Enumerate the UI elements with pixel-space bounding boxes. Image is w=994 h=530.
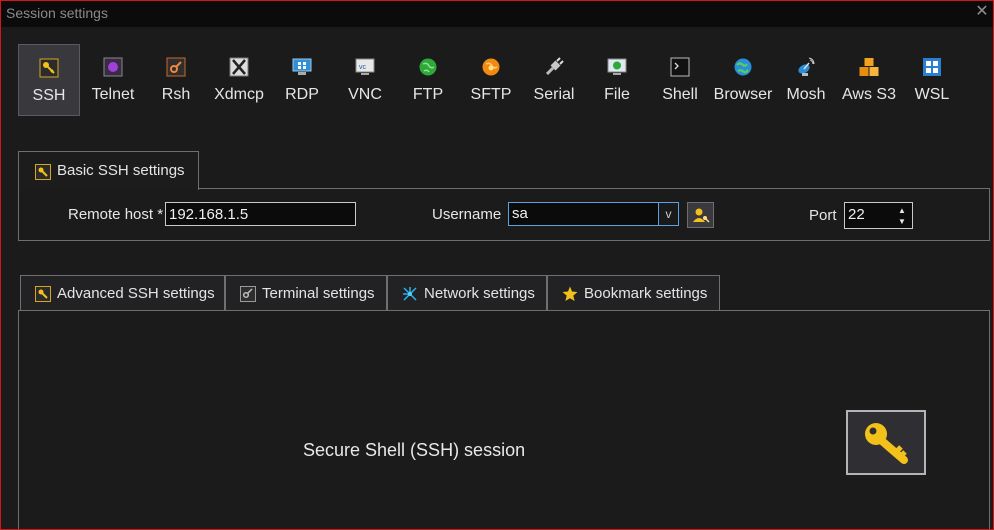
tab-bookmark-settings[interactable]: Bookmark settings <box>547 275 720 311</box>
tab-network-settings[interactable]: Network settings <box>387 275 547 311</box>
shell-icon <box>670 57 690 77</box>
vnc-icon: vc <box>355 58 375 75</box>
lower-settings-panel <box>18 310 990 529</box>
session-type-rdp[interactable]: RDP <box>271 44 333 116</box>
session-type-browser[interactable]: Browser <box>712 44 774 116</box>
tab-label: Terminal settings <box>262 285 375 302</box>
session-description: Secure Shell (SSH) session <box>303 440 526 460</box>
close-icon[interactable]: ✕ <box>974 3 990 21</box>
serial-plug-icon <box>545 57 564 76</box>
port-label: Port <box>809 207 837 224</box>
ftp-globe-icon <box>419 58 437 76</box>
key-icon <box>35 164 51 180</box>
session-type-xdmcp[interactable]: Xdmcp <box>208 44 270 116</box>
tab-label: Bookmark settings <box>584 285 708 302</box>
key-icon <box>35 286 51 302</box>
session-settings-window: Session settings ✕ SSH Telnet Rsh Xdmcp … <box>0 0 994 530</box>
terminal-icon <box>240 286 256 302</box>
remote-host-label: Remote host * <box>68 206 164 223</box>
rdp-monitor-icon <box>292 58 312 75</box>
user-manager-button[interactable] <box>687 202 714 228</box>
session-type-label: WSL <box>914 86 950 103</box>
tab-label: Network settings <box>424 285 535 302</box>
session-type-shell[interactable]: Shell <box>649 44 711 116</box>
windows-logo-icon <box>923 58 941 76</box>
remote-host-input[interactable] <box>165 202 356 226</box>
aws-cubes-icon <box>859 58 879 76</box>
tab-advanced-ssh-settings[interactable]: Advanced SSH settings <box>20 275 225 311</box>
session-type-ssh[interactable]: SSH <box>18 44 80 116</box>
key-icon <box>39 58 59 78</box>
username-label: Username <box>432 206 502 223</box>
star-icon <box>562 286 578 301</box>
tab-basic-ssh-settings[interactable]: Basic SSH settings <box>18 151 199 190</box>
session-type-mosh[interactable]: Mosh <box>775 44 837 116</box>
tab-terminal-settings[interactable]: Terminal settings <box>225 275 387 311</box>
session-type-file[interactable]: File <box>586 44 648 116</box>
session-type-image <box>846 410 926 475</box>
session-type-rsh[interactable]: Rsh <box>145 44 207 116</box>
session-type-vnc[interactable]: vc VNC <box>334 44 396 116</box>
browser-globe-icon <box>734 58 752 76</box>
window-title: Session settings <box>6 5 108 21</box>
spin-up-icon[interactable]: ▲ <box>895 205 909 216</box>
session-type-serial[interactable]: Serial <box>523 44 585 116</box>
session-type-aws-s3[interactable]: Aws S3 <box>838 44 900 116</box>
session-type-ftp[interactable]: FTP <box>397 44 459 116</box>
file-monitor-icon <box>607 58 627 75</box>
network-icon <box>403 287 417 301</box>
rsh-icon <box>166 57 186 77</box>
mosh-satellite-icon <box>798 57 815 76</box>
x-icon <box>229 57 249 77</box>
username-combobox[interactable]: sa v <box>508 202 679 226</box>
session-type-telnet[interactable]: Telnet <box>82 44 144 116</box>
username-value: sa <box>512 205 528 222</box>
user-key-icon <box>693 208 710 223</box>
port-spinbox[interactable]: 22 ▲ ▼ <box>844 202 913 229</box>
sftp-icon <box>482 58 500 76</box>
spin-down-icon[interactable]: ▼ <box>895 216 909 227</box>
key-icon <box>865 423 908 464</box>
session-type-sftp[interactable]: SFTP <box>460 44 522 116</box>
telnet-icon <box>103 57 123 77</box>
chevron-down-icon[interactable]: v <box>658 203 678 225</box>
tab-label: Advanced SSH settings <box>57 285 215 302</box>
session-type-wsl[interactable]: WSL <box>901 44 963 116</box>
svg-text:vc: vc <box>359 64 367 71</box>
tab-label: Basic SSH settings <box>57 162 185 179</box>
port-value: 22 <box>848 206 865 223</box>
title-bar: Session settings ✕ <box>1 1 993 27</box>
